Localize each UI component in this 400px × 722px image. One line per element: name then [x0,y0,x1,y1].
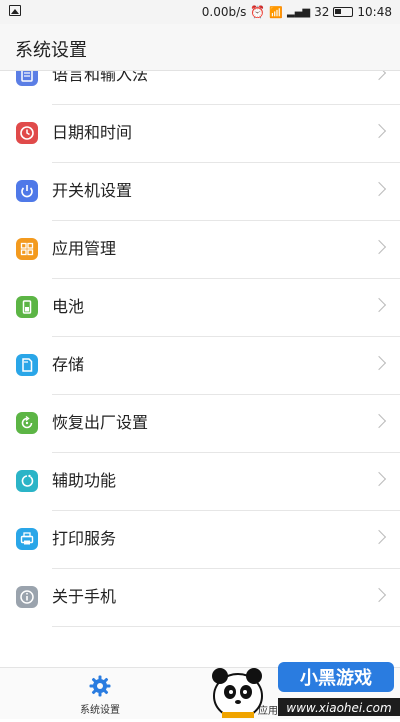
watermark-logo: 小黑游戏 www.xiaohei.com [200,658,400,719]
chevron-right-icon [371,239,387,255]
settings-item-label: 电池 [52,297,85,316]
tab-system-settings[interactable]: 系统设置 [68,674,132,716]
settings-item-label: 日期和时间 [52,123,133,142]
chevron-right-icon [371,123,387,139]
settings-item-label: 打印服务 [52,529,117,548]
chevron-right-icon [371,181,387,197]
wifi-icon: 📶 [269,5,284,19]
keyboard-icon [16,71,38,86]
accessibility-icon [16,470,38,492]
settings-item-accessibility[interactable]: 辅助功能 [0,453,400,511]
image-notification-icon [9,5,21,16]
network-speed: 0.00b/s [201,5,247,19]
settings-item-about-phone[interactable]: 关于手机 [0,569,400,627]
settings-item-storage[interactable]: 存储 [0,337,400,395]
divider [52,626,400,627]
gear-icon [88,674,112,698]
restore-icon [16,412,38,434]
settings-list: 语言和输入法 日期和时间 开关机设置 应用管理 电池 存储 恢复出厂设置 辅助功… [0,71,400,631]
chevron-right-icon [371,471,387,487]
settings-item-label: 辅助功能 [52,471,117,490]
signal-bars-icon: ▂▄▆ [287,6,311,18]
status-bar: 0.00b/s ⏰ 📶 ▂▄▆ 32 10:48 [0,0,400,24]
grid-icon [16,238,38,260]
settings-item-date-time[interactable]: 日期和时间 [0,105,400,163]
printer-icon [16,528,38,550]
settings-item-app-management[interactable]: 应用管理 [0,221,400,279]
panda-mascot [212,668,263,719]
chevron-right-icon [371,529,387,545]
info-icon [16,586,38,608]
settings-item-factory-reset[interactable]: 恢复出厂设置 [0,395,400,453]
settings-item-language[interactable]: 语言和输入法 [0,71,400,105]
status-icons: 0.00b/s ⏰ 📶 ▂▄▆ 32 10:48 [202,4,392,20]
storage-icon [16,354,38,376]
settings-item-label: 恢复出厂设置 [52,413,149,432]
chevron-right-icon [371,71,387,81]
settings-item-label: 开关机设置 [52,181,133,200]
battery-icon [333,7,354,17]
chevron-right-icon [371,355,387,371]
settings-item-label: 应用管理 [52,239,117,258]
settings-item-label: 关于手机 [52,587,117,606]
battery-icon [16,296,38,318]
alarm-icon: ⏰ [250,5,266,19]
power-icon [16,180,38,202]
settings-item-label: 存储 [52,355,85,374]
chevron-right-icon [371,297,387,313]
settings-item-power-schedule[interactable]: 开关机设置 [0,163,400,221]
watermark-brand: 小黑游戏 [300,667,372,689]
settings-item-label: 语言和输入法 [52,71,149,84]
clock-icon [16,122,38,144]
chevron-right-icon [371,587,387,603]
watermark-url: www.xiaohei.com [286,701,391,715]
chevron-right-icon [371,413,387,429]
clock: 10:48 [357,5,392,19]
app-header: 系统设置 [0,24,400,71]
page-title: 系统设置 [15,40,87,61]
signal-strength: 32 [314,5,330,19]
settings-item-battery[interactable]: 电池 [0,279,400,337]
settings-item-print-service[interactable]: 打印服务 [0,511,400,569]
tab-label: 系统设置 [80,705,120,716]
